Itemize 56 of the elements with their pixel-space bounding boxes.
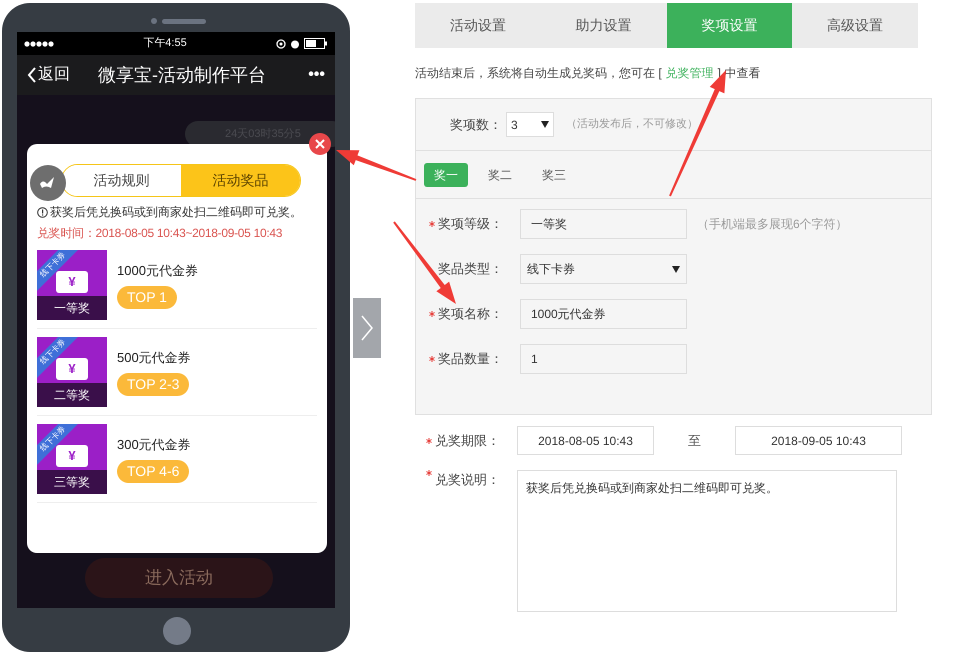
home-button[interactable] [163,617,191,645]
start-date-field[interactable]: 2018-08-05 10:43 [517,426,654,455]
ticket-icon: ¥ [56,358,88,380]
info-icon [37,206,48,218]
status-icons [276,38,328,49]
field-label: 奖项名称： [438,305,504,324]
field-label: 奖项数： [450,116,502,134]
prize-name: 300元代金券 [117,436,191,454]
ticket-icon: ¥ [56,445,88,467]
field-label: 奖品数量： [438,350,504,368]
next-button[interactable] [353,298,381,358]
range-separator: 至 [687,432,702,450]
redeem-time: 兑奖时间：2018-08-05 10:43~2018-09-05 10:43 [37,225,284,242]
signal-icon [24,40,54,46]
prize-level: 一等奖 [37,296,107,320]
prize-tab[interactable]: 奖三 [532,162,576,186]
rank-badge: TOP 4-6 [117,460,190,484]
phone-camera [151,18,157,24]
prize-type-select[interactable]: 线下卡券 [520,254,687,284]
prize-tab[interactable]: 奖二 [478,162,522,186]
settings-tab[interactable]: 高级设置 [792,3,918,48]
status-time: 下午4:55 [143,36,187,52]
rank-badge: TOP 2-3 [117,373,190,396]
end-date-field[interactable]: 2018-09-05 10:43 [735,426,902,455]
dropdown-icon [541,121,549,128]
chevron-left-icon [27,66,37,84]
phone-speaker [162,19,206,24]
settings-tab[interactable]: 活动设置 [415,3,541,48]
popup-tab[interactable]: 活动奖品 [181,165,300,196]
ticket-icon: ¥ [56,271,88,293]
more-button[interactable]: ••• [308,63,325,87]
input-field[interactable]: 一等奖 [520,209,687,239]
prize-level: 三等奖 [37,470,107,494]
input-field[interactable]: 1000元代金券 [520,299,687,329]
rank-badge: TOP 1 [117,286,177,310]
prize-name: 1000元代金券 [117,262,198,280]
field-label: 兑奖说明： [435,471,501,489]
close-icon [315,139,325,149]
info-text: 活动结束后，系统将自动生成兑奖码，您可在 [ [415,65,662,82]
prize-level: 二等奖 [37,383,107,407]
settings-tab[interactable]: 助力设置 [540,3,666,48]
notice-text: 获奖后凭兑换码或到商家处扫二维码即可兑奖。 [50,204,302,221]
back-button[interactable]: 返回 [27,63,70,87]
field-label: 兑奖期限： [435,432,501,450]
prize-count-select[interactable]: 3 [506,112,554,137]
page-title: 微享宝-活动制作平台 [98,64,266,86]
hint-text: （活动发布后，不可修改） [566,117,698,132]
field-label: 奖品类型： [438,260,504,278]
field-label: 奖项等级： [438,215,504,234]
chevron-right-icon [361,315,373,341]
description-field[interactable]: 获奖后凭兑换码或到商家处扫二维码即可兑奖。 [517,470,897,612]
prize-name: 500元代金券 [117,348,191,367]
hint-text: （手机端最多展现6个字符） [697,216,848,233]
enter-activity-button[interactable]: 进入活动 [85,558,273,598]
input-field[interactable]: 1 [520,344,687,374]
dropdown-icon [672,266,680,272]
